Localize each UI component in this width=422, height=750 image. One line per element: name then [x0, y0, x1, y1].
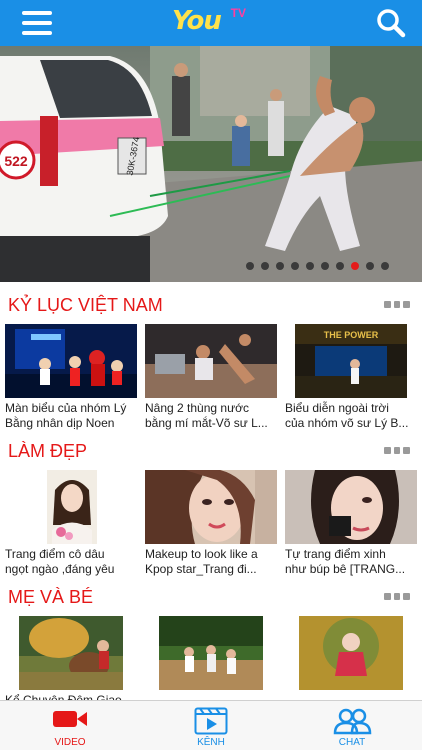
section-lam-dep: LÀM ĐẸP Trang điểm cô dâu ngọt ngào ,đán…	[0, 441, 422, 581]
carousel-dot[interactable]	[306, 262, 314, 270]
video-thumbnail: THE POWER	[295, 324, 407, 398]
carousel-dot[interactable]	[291, 262, 299, 270]
video-title-line2: của nhóm võ sư Lý B...	[285, 416, 409, 430]
video-thumbnail	[5, 324, 137, 398]
video-camera-icon	[53, 711, 87, 727]
video-title: Makeup to look like a	[145, 547, 258, 561]
channel-icon	[194, 707, 228, 735]
carousel-dot[interactable]	[366, 262, 374, 270]
carousel-dot[interactable]	[336, 262, 344, 270]
section-title: KỶ LỤC VIỆT NAM	[8, 295, 163, 315]
search-button[interactable]	[376, 8, 406, 38]
tab-video[interactable]: VIDEO	[0, 701, 140, 750]
hamburger-icon	[22, 11, 52, 15]
tab-kenh[interactable]: KÊNH	[141, 701, 281, 750]
video-thumbnail	[145, 324, 277, 398]
section-title: LÀM ĐẸP	[8, 441, 88, 461]
more-button[interactable]	[384, 301, 411, 309]
people-icon	[333, 708, 372, 735]
logo-text: You	[172, 6, 222, 36]
bottom-tab-bar: VIDEO KÊNH CHAT	[0, 700, 422, 750]
more-icon	[384, 301, 391, 308]
app-logo: You TV	[172, 6, 252, 40]
more-icon	[384, 447, 391, 454]
more-button[interactable]	[384, 593, 411, 601]
video-title-line2: bằng mí mắt-Võ sư L...	[145, 416, 268, 430]
logo-tv-mark: TV	[230, 6, 246, 20]
video-title: Trang điểm cô dâu	[5, 547, 105, 561]
video-thumbnail	[19, 616, 123, 690]
video-title: Tự trang điểm xinh	[285, 547, 386, 561]
video-title-line2: ngọt ngào ,đáng yêu	[5, 562, 115, 576]
carousel-dot[interactable]	[261, 262, 269, 270]
video-thumbnail	[159, 616, 263, 690]
carousel-dot[interactable]	[246, 262, 254, 270]
section-ky-luc-viet-nam: KỶ LỤC VIỆT NAM Màn biểu của nhóm Lý Bằn…	[0, 295, 422, 435]
search-icon	[377, 9, 406, 38]
carousel-dot-active[interactable]	[351, 262, 359, 270]
section-title: MẸ VÀ BÉ	[8, 587, 94, 607]
svg-text:THE POWER: THE POWER	[324, 330, 379, 340]
carousel-dot[interactable]	[321, 262, 329, 270]
more-icon	[384, 593, 391, 600]
carousel-dot[interactable]	[276, 262, 284, 270]
video-title-line2: Kpop star_Trang đi...	[145, 562, 257, 576]
tab-label: KÊNH	[197, 737, 225, 748]
video-title: Màn biểu của nhóm Lý	[5, 401, 127, 415]
carousel-dot[interactable]	[381, 262, 389, 270]
video-thumbnail	[145, 470, 277, 544]
tab-label: VIDEO	[54, 737, 86, 748]
section-me-va-be: MẸ VÀ BÉ Kể Chuyện Đêm Giao	[0, 587, 422, 707]
banner-pagination	[246, 262, 389, 270]
video-title-line2: Bằng nhân dịp Noen	[5, 416, 115, 430]
tab-label: CHAT	[338, 737, 366, 748]
tab-chat[interactable]: CHAT	[282, 701, 422, 750]
banner-image: 522 30K-3674	[0, 46, 422, 282]
video-thumbnail	[285, 470, 417, 544]
video-title: Biểu diễn ngoài trời	[285, 401, 389, 415]
video-title-line2: như búp bê [TRANG...	[285, 562, 406, 576]
menu-button[interactable]	[22, 11, 52, 35]
svg-text:522: 522	[4, 153, 28, 169]
featured-video-banner[interactable]: 522 30K-3674	[0, 46, 422, 282]
video-title: Nâng 2 thùng nước	[145, 401, 249, 415]
video-thumbnail	[47, 470, 97, 544]
video-thumbnail	[299, 616, 403, 690]
top-navigation-bar: You TV	[0, 0, 422, 46]
more-button[interactable]	[384, 447, 411, 455]
